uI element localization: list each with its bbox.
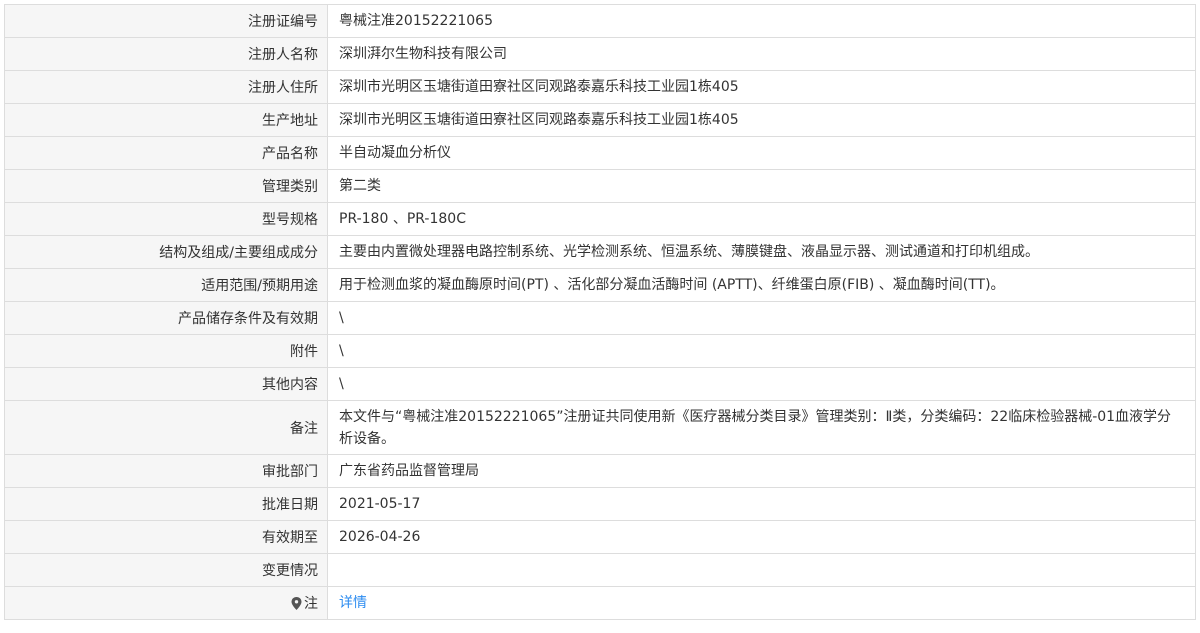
row-label: 注册人住所	[5, 71, 328, 103]
row-label: 结构及组成/主要组成成分	[5, 236, 328, 268]
table-row: 变更情况	[5, 554, 1196, 587]
row-value: PR-180 、PR-180C	[328, 203, 1196, 235]
table-row: 产品名称 半自动凝血分析仪	[5, 137, 1196, 170]
table-row: 批准日期 2021-05-17	[5, 488, 1196, 521]
row-label: 其他内容	[5, 368, 328, 400]
row-value: \	[328, 302, 1196, 334]
row-label: 变更情况	[5, 554, 328, 586]
table-row: 注册人住所 深圳市光明区玉塘街道田寮社区同观路泰嘉乐科技工业园1栋405	[5, 71, 1196, 104]
table-row: 型号规格 PR-180 、PR-180C	[5, 203, 1196, 236]
row-value: 2021-05-17	[328, 488, 1196, 520]
row-label: 产品名称	[5, 137, 328, 169]
row-value: \	[328, 368, 1196, 400]
row-label: 型号规格	[5, 203, 328, 235]
row-value: 半自动凝血分析仪	[328, 137, 1196, 169]
row-value: 主要由内置微处理器电路控制系统、光学检测系统、恒温系统、薄膜键盘、液晶显示器、测…	[328, 236, 1196, 268]
row-value	[328, 554, 1196, 586]
row-label: 备注	[5, 401, 328, 454]
row-value: 本文件与“粤械注准20152221065”注册证共同使用新《医疗器械分类目录》管…	[328, 401, 1196, 454]
row-value: 广东省药品监督管理局	[328, 455, 1196, 487]
table-row: 适用范围/预期用途 用于检测血浆的凝血酶原时间(PT) 、活化部分凝血活酶时间 …	[5, 269, 1196, 302]
table-row: 其他内容 \	[5, 368, 1196, 401]
row-value: 深圳市光明区玉塘街道田寮社区同观路泰嘉乐科技工业园1栋405	[328, 104, 1196, 136]
table-row: 管理类别 第二类	[5, 170, 1196, 203]
row-label: 注册证编号	[5, 5, 328, 37]
table-row: 备注 本文件与“粤械注准20152221065”注册证共同使用新《医疗器械分类目…	[5, 401, 1196, 455]
row-value: 第二类	[328, 170, 1196, 202]
table-row: 生产地址 深圳市光明区玉塘街道田寮社区同观路泰嘉乐科技工业园1栋405	[5, 104, 1196, 137]
location-pin-icon	[291, 596, 302, 610]
row-label: 管理类别	[5, 170, 328, 202]
table-row: 注册证编号 粤械注准20152221065	[5, 5, 1196, 38]
row-value: 用于检测血浆的凝血酶原时间(PT) 、活化部分凝血活酶时间 (APTT)、纤维蛋…	[328, 269, 1196, 301]
row-value: 2026-04-26	[328, 521, 1196, 553]
table-row: 有效期至 2026-04-26	[5, 521, 1196, 554]
row-value: 粤械注准20152221065	[328, 5, 1196, 37]
table-row: 产品储存条件及有效期 \	[5, 302, 1196, 335]
row-label: 批准日期	[5, 488, 328, 520]
table-row: 注 详情	[5, 587, 1196, 620]
details-link[interactable]: 详情	[339, 592, 367, 614]
row-label: 产品储存条件及有效期	[5, 302, 328, 334]
table-row: 结构及组成/主要组成成分 主要由内置微处理器电路控制系统、光学检测系统、恒温系统…	[5, 236, 1196, 269]
row-label: 适用范围/预期用途	[5, 269, 328, 301]
row-label: 生产地址	[5, 104, 328, 136]
registration-info-table: 注册证编号 粤械注准20152221065 注册人名称 深圳湃尔生物科技有限公司…	[4, 4, 1196, 620]
row-label: 附件	[5, 335, 328, 367]
note-label: 注	[5, 587, 328, 619]
row-value: 深圳市光明区玉塘街道田寮社区同观路泰嘉乐科技工业园1栋405	[328, 71, 1196, 103]
row-label: 有效期至	[5, 521, 328, 553]
table-row: 注册人名称 深圳湃尔生物科技有限公司	[5, 38, 1196, 71]
row-value: 深圳湃尔生物科技有限公司	[328, 38, 1196, 70]
table-row: 审批部门 广东省药品监督管理局	[5, 455, 1196, 488]
table-row: 附件 \	[5, 335, 1196, 368]
row-label: 注册人名称	[5, 38, 328, 70]
row-value: \	[328, 335, 1196, 367]
row-value: 详情	[328, 587, 1196, 619]
note-label-text: 注	[304, 596, 318, 612]
row-label: 审批部门	[5, 455, 328, 487]
